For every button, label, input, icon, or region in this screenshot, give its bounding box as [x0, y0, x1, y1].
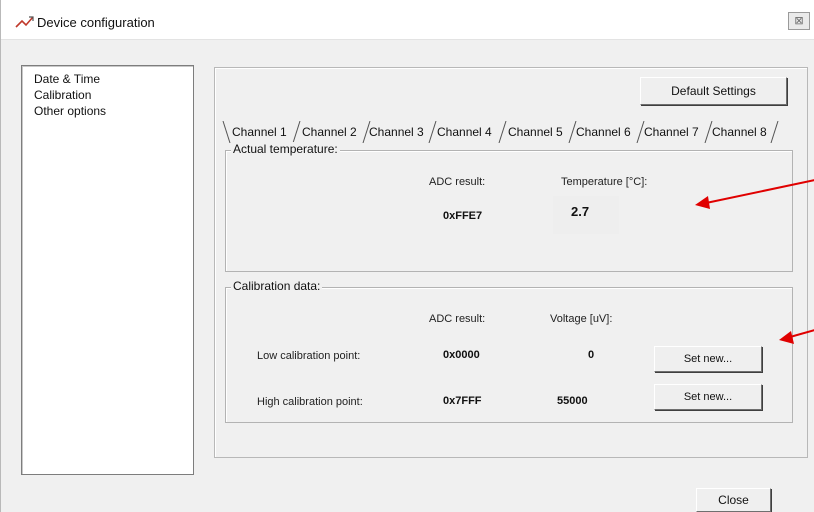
navigation-tree[interactable]: Date & Time Calibration Other options	[21, 65, 194, 475]
low-calibration-adc: 0x0000	[443, 349, 480, 361]
tab-channel-1[interactable]: Channel 1	[232, 121, 287, 143]
low-calibration-voltage: 0	[588, 349, 595, 361]
tab-divider	[770, 121, 779, 143]
high-calibration-voltage: 55000	[557, 395, 588, 407]
actual-adc-header: ADC result:	[429, 176, 486, 188]
actual-temperature-title: Actual temperature:	[231, 142, 340, 156]
tab-channel-7[interactable]: Channel 7	[644, 121, 699, 143]
actual-temperature-group	[225, 150, 793, 272]
set-new-high-button[interactable]: Set new...	[654, 384, 762, 410]
low-calibration-label: Low calibration point:	[257, 350, 361, 362]
temperature-value: 2.7	[571, 204, 590, 219]
nav-item-date-time[interactable]: Date & Time	[34, 72, 100, 86]
tab-divider	[498, 121, 507, 143]
title-bar: Device configuration ⊠	[1, 0, 814, 40]
high-calibration-label: High calibration point:	[257, 396, 363, 408]
tab-channel-3[interactable]: Channel 3	[369, 121, 424, 143]
actual-adc-value: 0xFFE7	[443, 210, 483, 222]
device-logo-icon	[15, 16, 34, 28]
default-settings-button[interactable]: Default Settings	[640, 77, 787, 105]
set-new-low-button[interactable]: Set new...	[654, 346, 762, 372]
tab-divider	[292, 121, 301, 143]
tab-channel-5[interactable]: Channel 5	[508, 121, 563, 143]
nav-item-calibration[interactable]: Calibration	[34, 88, 91, 102]
voltage-header: Voltage [uV]:	[550, 313, 613, 325]
close-window-button[interactable]: ⊠	[788, 12, 810, 30]
nav-item-other-options[interactable]: Other options	[34, 104, 106, 118]
tab-divider	[428, 121, 437, 143]
window-title: Device configuration	[37, 15, 155, 30]
tab-divider	[222, 121, 231, 143]
calibration-data-title: Calibration data:	[231, 279, 323, 293]
close-button[interactable]: Close	[696, 488, 771, 512]
temperature-header: Temperature [°C]:	[561, 176, 648, 188]
tab-channel-8[interactable]: Channel 8	[712, 121, 767, 143]
calibration-adc-header: ADC result:	[429, 313, 486, 325]
tab-channel-2[interactable]: Channel 2	[302, 121, 357, 143]
tab-channel-6[interactable]: Channel 6	[576, 121, 631, 143]
tab-channel-4[interactable]: Channel 4	[437, 121, 492, 143]
device-configuration-window: Device configuration ⊠ Date & Time Calib…	[0, 0, 814, 512]
high-calibration-adc: 0x7FFF	[443, 395, 482, 407]
